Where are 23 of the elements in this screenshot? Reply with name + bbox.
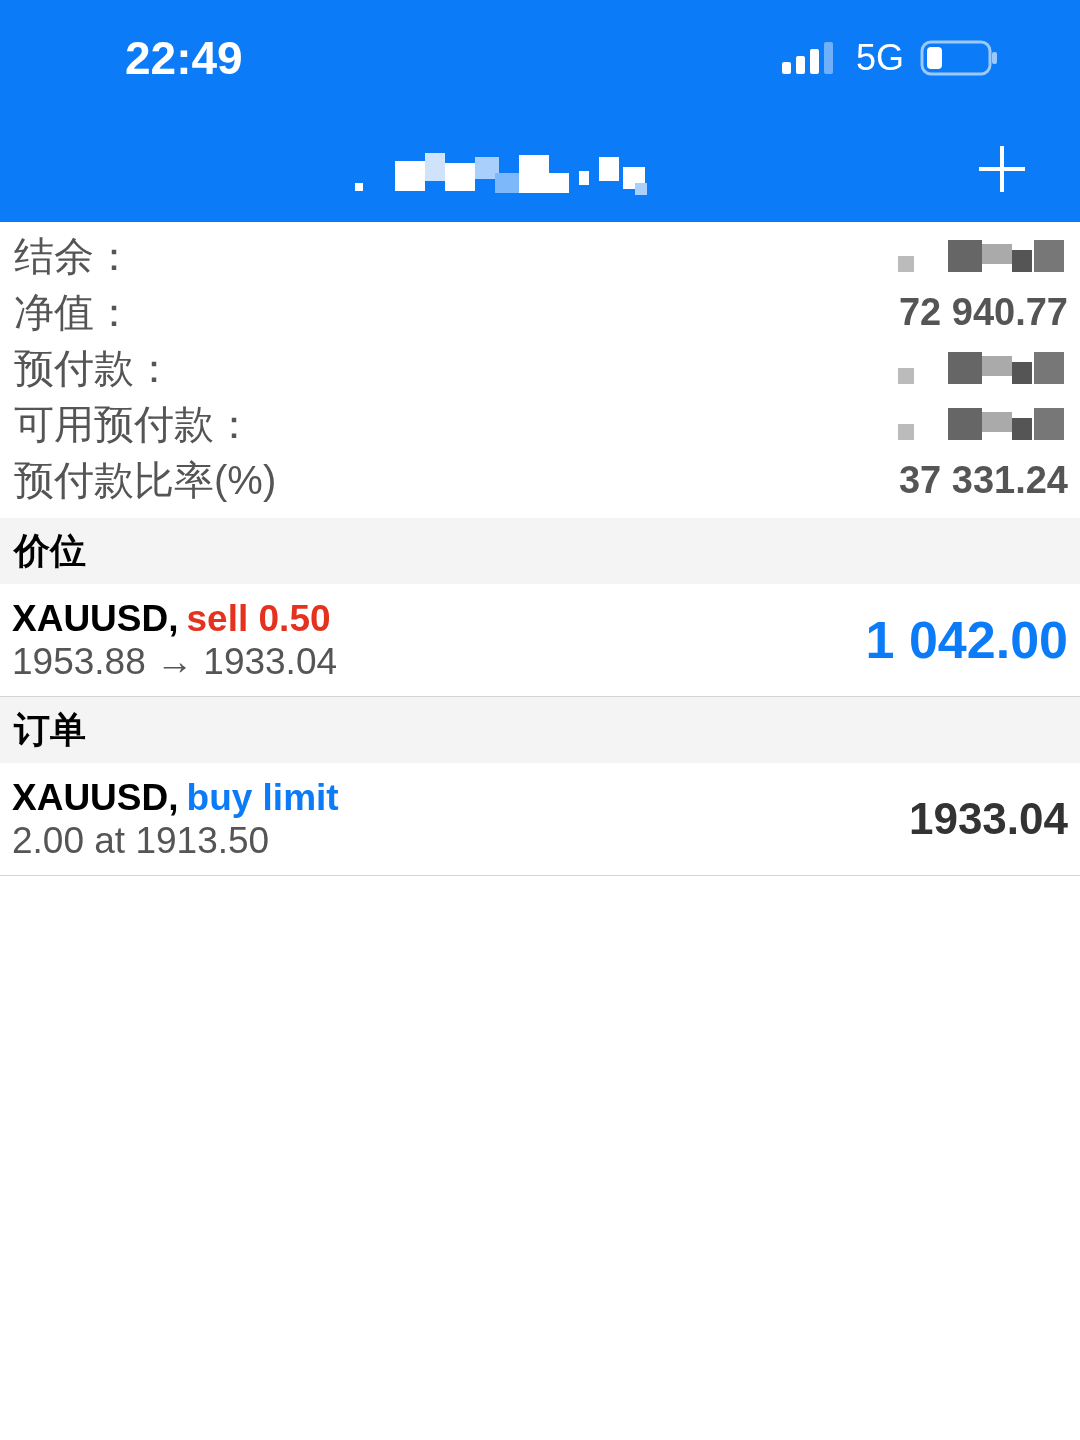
status-time: 22:49 xyxy=(125,30,243,86)
account-label: 净值： xyxy=(14,292,134,332)
add-icon[interactable] xyxy=(979,146,1025,192)
section-title: 订单 xyxy=(14,708,86,752)
price-detail: 2.00 at 1913.50 xyxy=(12,822,271,859)
symbol-label: XAUUSD, xyxy=(12,600,179,637)
profit-value: 1 042.00 xyxy=(865,614,1068,666)
section-title: 价位 xyxy=(14,529,86,573)
account-label: 可用预付款： xyxy=(14,404,254,444)
account-label: 预付款比率(%) xyxy=(14,460,277,500)
account-value: 72 940.77 xyxy=(898,293,1068,331)
order-type: buy limit xyxy=(186,779,339,816)
battery-icon xyxy=(920,40,998,76)
trade-row[interactable]: XAUUSD, buy limit 2.00 at 1913.50 1933.04 xyxy=(0,763,1080,876)
symbol-label: XAUUSD, xyxy=(12,779,179,816)
account-value: 37 331.24 xyxy=(898,461,1068,499)
account-label: 预付款： xyxy=(14,348,174,388)
network-type: 5G xyxy=(855,36,904,80)
price-detail: 1953.88 → 1933.04 xyxy=(12,643,338,680)
price-value: 1933.04 xyxy=(908,797,1068,841)
account-label: 结余： xyxy=(14,236,134,276)
order-type: sell 0.50 xyxy=(186,600,331,637)
signal-icon xyxy=(781,42,836,74)
